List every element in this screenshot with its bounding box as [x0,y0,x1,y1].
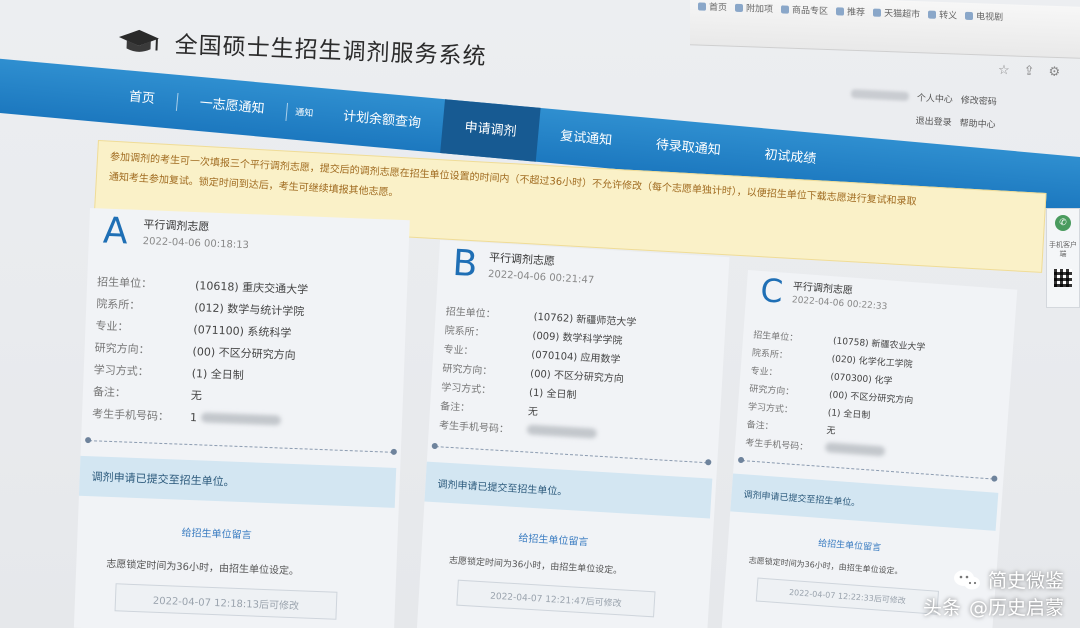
watermark-handle: @历史启蒙 [968,597,1064,619]
personal-center-link[interactable]: 个人中心 [917,91,954,106]
tab-first-choice-notice[interactable]: 一志愿通知 [175,75,288,139]
card-divider [435,446,708,464]
volunteer-letter: A [102,210,129,253]
bookmark-2[interactable]: 商品专区 [781,2,828,17]
bookmark-5[interactable]: 转义 [928,8,957,22]
bookmark-icon [928,10,937,19]
volunteer-fields: 招生单位： (10758) 新疆农业大学 院系所： (020) 化学化工学院 专业：… [745,325,926,463]
leave-message-link[interactable]: 给招生单位留言 [518,529,589,548]
browser-bookmark-bar: 首页 附加项 商品专区 推荐 天猫超市 转义 电视剧 [690,0,1080,59]
bookmark-6[interactable]: 电视剧 [965,9,1003,23]
change-password-link[interactable]: 修改密码 [961,93,998,108]
leave-message-link[interactable]: 给招生单位留言 [181,524,252,542]
star-icon[interactable]: ☆ [998,63,1010,78]
bookmark-1[interactable]: 附加项 [735,1,773,15]
bookmark-icon [781,4,790,14]
lock-time-field: 2022-04-07 12:22:33后可修改 [755,577,940,615]
bookmark-icon [836,6,845,16]
status-message: 调剂申请已提交至招生单位。 [424,461,713,519]
status-message: 调剂申请已提交至招生单位。 [730,473,999,531]
tab-apply-adjustment[interactable]: 申请调剂 [440,99,541,162]
phone-mask [824,442,886,457]
qr-code-icon[interactable] [1054,269,1072,287]
mobile-app-icon[interactable]: ✆ [1055,215,1071,231]
tab-notice[interactable]: 通知 [285,85,324,142]
volunteer-time: 2022-04-06 00:18:13 [142,236,250,252]
lock-time-field: 2022-04-07 12:21:47后可修改 [456,579,656,618]
mobile-app-label: 手机客户端 [1049,241,1077,258]
volunteer-time: 2022-04-06 00:21:47 [487,268,595,287]
logout-link[interactable]: 退出登录 [915,113,952,128]
bookmark-3[interactable]: 推荐 [836,4,865,18]
watermark-platform: 头条 [922,597,961,619]
lock-note: 志愿锁定时间为36小时，由招生单位设定。 [748,555,903,577]
bookmark-icon [965,11,974,20]
watermark-brand: 简史微鉴 [987,570,1064,592]
toolbar-icons: ☆ ⇪ ⚙ [998,63,1061,80]
watermark-text: 简史微鉴 头条 @历史启蒙 [923,566,1064,620]
floating-side-widget: ✆ 手机客户端 [1046,208,1080,308]
gear-icon[interactable]: ⚙ [1048,65,1060,80]
volunteer-fields: 招生单位： (10618) 重庆交通大学 院系所： (012) 数学与统计学院 专业… [92,270,309,432]
help-center-link[interactable]: 帮助中心 [959,116,996,131]
bookmark-0[interactable]: 首页 [698,0,727,13]
user-links: 个人中心 修改密码 退出登录 帮助中心 [849,87,1041,143]
bookmark-icon [735,3,744,12]
tab-retest-notice[interactable]: 复试通知 [536,108,637,170]
volunteer-letter: B [451,242,479,286]
leave-message-link[interactable]: 给招生单位留言 [818,536,882,554]
site-title: 全国硕士生招生调剂服务系统 [174,32,487,71]
volunteer-title: 平行调剂志愿 [792,281,854,297]
watermark-brand-row: 简史微鉴 [952,566,1064,593]
username-masked [850,89,910,102]
bookmark-icon [873,8,882,17]
graduation-cap-icon [116,27,161,55]
lock-time-field: 2022-04-07 12:18:13后可修改 [114,583,338,620]
wechat-logo-icon [953,569,980,589]
volunteer-letter: C [759,271,785,311]
bookmark-4[interactable]: 天猫超市 [873,6,920,20]
lock-note: 志愿锁定时间为36小时，由招生单位设定。 [106,558,300,578]
card-divider [89,440,393,453]
lock-note: 志愿锁定时间为36小时，由招生单位设定。 [448,556,623,577]
tab-home[interactable]: 首页 [105,69,180,129]
watermark: 简史微鉴 头条 @历史启蒙 [923,566,1064,620]
volunteer-title: 平行调剂志愿 [488,250,556,268]
volunteer-card-a: A 平行调剂志愿 2022-04-06 00:18:13 招生单位： (10618… [73,208,410,628]
watermark-handle-row: 头条 @历史启蒙 [923,593,1064,620]
phone-mask [526,423,598,439]
share-icon[interactable]: ⇪ [1023,64,1034,79]
volunteer-title: 平行调剂志愿 [143,218,210,234]
phone-mask [200,412,281,426]
volunteer-time: 2022-04-06 00:22:33 [791,295,888,313]
tab-quota-query[interactable]: 计划余额查询 [319,88,445,153]
bookmark-icon [698,1,706,11]
volunteer-fields: 招生单位： (10762) 新疆师范大学 院系所： (009) 数学科学学院 专业：… [439,300,637,444]
status-message: 调剂申请已提交至招生单位。 [78,455,397,508]
volunteer-card-b: B 平行调剂志愿 2022-04-06 00:21:47 招生单位： (10762… [416,240,730,628]
screen: 首页 附加项 商品专区 推荐 天猫超市 转义 电视剧 全国硕士生招生调剂服务系统… [0,0,1080,628]
